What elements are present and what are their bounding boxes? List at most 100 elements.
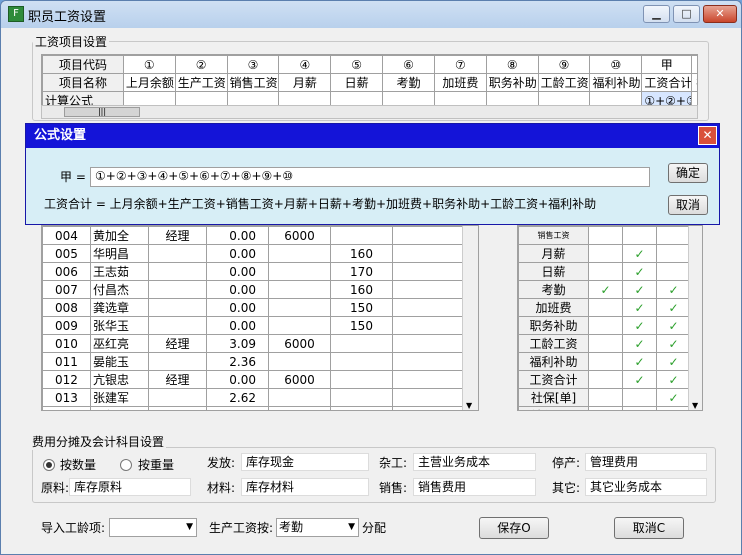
employee-v2-cell[interactable] [268,262,331,281]
employee-title-cell[interactable] [148,388,207,407]
check-row[interactable]: 社保[单] ✓ [518,388,691,407]
employee-v1-cell[interactable]: 2.62 [206,388,269,407]
employee-v1-cell[interactable]: 3.09 [206,334,269,353]
item-code-cell[interactable]: 乙 [691,55,697,74]
employee-title-cell[interactable]: 经理 [148,370,207,389]
item-name-cell[interactable]: 销售工资 [226,73,280,92]
items-horizontal-scrollbar[interactable]: ||| [41,105,698,119]
employee-row[interactable]: 004 黄加全 经理 0.00 6000 [42,226,463,245]
employee-title-cell[interactable] [148,352,207,371]
dialog-close-button[interactable]: ✕ [698,126,717,145]
employee-v2-cell[interactable] [268,244,331,263]
fafang-field[interactable]: 库存现金 [241,453,369,471]
employee-v1-cell[interactable]: 0.00 [206,262,269,281]
employee-v3-cell[interactable]: 150 [330,298,393,317]
check-cell[interactable] [656,262,691,281]
check-cell[interactable] [622,388,657,407]
employee-name-cell[interactable]: 华明昌 [90,244,149,263]
employee-empty-cell[interactable] [392,388,463,407]
employee-v3-cell[interactable] [330,352,393,371]
allocation-check-grid[interactable]: 销售工资 月薪 ✓ 日薪 ✓ 考勤 ✓ ✓ ✓ 加班费 ✓ ✓ 职务补助 ✓ ✓ 工龄工资 ✓ ✓ 福利补助 ✓ ✓ 工… [517,225,703,411]
check-cell[interactable]: ✓ [656,316,691,335]
employee-name-cell[interactable]: 黄加全 [90,226,149,245]
check-cell[interactable] [588,334,623,353]
employee-id-cell[interactable]: 008 [42,298,91,317]
employee-empty-cell[interactable] [392,244,463,263]
item-code-cell[interactable]: ⑤ [330,55,384,74]
check-cell[interactable]: ✓ [622,406,657,410]
check-cell[interactable]: ✓ [656,388,691,407]
check-row[interactable]: 加班费 ✓ ✓ [518,298,691,317]
employee-title-cell[interactable]: 经理 [148,226,207,245]
check-cell[interactable]: ✓ [656,406,691,410]
item-name-cell[interactable]: 月薪 [278,73,332,92]
employee-v3-cell[interactable]: 160 [330,280,393,299]
employee-empty-cell[interactable] [392,280,463,299]
check-cell[interactable] [588,370,623,389]
check-cell[interactable] [588,406,623,410]
radio-by-weight-label[interactable]: 按重量 [138,457,174,473]
scrollbar-thumb[interactable]: ||| [64,107,140,117]
employee-title-cell[interactable] [148,298,207,317]
zagong-field[interactable]: 主营业务成本 [413,453,536,471]
item-code-cell[interactable]: ① [122,55,176,74]
item-name-cell[interactable]: 社保[单 [691,73,697,92]
employee-name-cell[interactable]: 王志茹 [90,262,149,281]
employee-row[interactable]: 008 龚选章 0.00 150 [42,298,463,317]
item-name-cell[interactable]: 生产工资 [174,73,228,92]
employee-name-cell[interactable]: 张建军 [90,388,149,407]
employee-name-cell[interactable]: 张华玉 [90,316,149,335]
check-cell[interactable]: ✓ [656,370,691,389]
item-code-cell[interactable]: ③ [226,55,280,74]
employee-v1-cell[interactable]: 0.00 [206,280,269,299]
xiaoshou-field[interactable]: 销售费用 [413,478,536,496]
employee-row[interactable]: 013 张建军 2.62 [42,388,463,407]
check-cell[interactable]: ✓ [656,334,691,353]
employee-empty-cell[interactable] [392,334,463,353]
employee-empty-cell[interactable] [392,226,463,245]
check-cell[interactable]: ✓ [656,298,691,317]
employee-row[interactable]: 005 华明昌 0.00 160 [42,244,463,263]
check-row[interactable]: 社保[个] ✓✓ [518,406,691,410]
employee-v3-cell[interactable]: 150 [330,316,393,335]
dialog-ok-button[interactable]: 确定 [668,163,708,183]
employee-name-cell[interactable]: 付昌杰 [90,280,149,299]
check-cell[interactable]: ✓ [622,244,657,263]
check-cell[interactable]: ✓ [656,352,691,371]
item-code-cell[interactable]: 甲 [641,55,693,74]
employee-name-cell[interactable]: 龚选章 [90,298,149,317]
check-cell[interactable] [588,316,623,335]
check-row[interactable]: 考勤 ✓ ✓ ✓ [518,280,691,299]
employee-empty-cell[interactable] [392,298,463,317]
employee-id-cell[interactable]: 005 [42,244,91,263]
employee-id-cell[interactable]: 006 [42,262,91,281]
employee-v2-cell[interactable] [268,352,331,371]
item-name-cell[interactable]: 福利补助 [589,73,643,92]
item-name-cell[interactable]: 工资合计 [641,73,693,92]
item-name-cell[interactable]: 工龄工资 [537,73,591,92]
employee-v3-cell[interactable]: 160 [330,244,393,263]
close-button[interactable]: ✕ [703,5,737,23]
employee-empty-cell[interactable] [392,262,463,281]
tingchan-field[interactable]: 管理费用 [585,453,707,471]
qita-field[interactable]: 其它业务成本 [585,478,707,496]
employee-v1-cell[interactable]: 2.36 [206,352,269,371]
employee-v2-cell[interactable] [268,280,331,299]
employee-id-cell[interactable]: 014 [42,406,91,410]
employee-v1-cell[interactable]: 0.00 [206,316,269,335]
employee-row[interactable]: 011 晏能玉 2.36 [42,352,463,371]
item-code-cell[interactable]: ⑦ [433,55,487,74]
employee-title-cell[interactable] [148,244,207,263]
employee-v2-cell[interactable]: 6000 [268,226,331,245]
employee-row[interactable]: 012 亢银忠 经理 0.00 6000 [42,370,463,389]
employee-v1-cell[interactable]: 0.00 [206,370,269,389]
item-code-cell[interactable]: ⑥ [382,55,435,74]
employee-name-cell[interactable]: 冯仟昌 [90,406,149,410]
employee-vertical-scrollbar[interactable]: ▼ [462,226,478,410]
item-name-cell[interactable]: 日薪 [330,73,384,92]
employee-name-cell[interactable]: 晏能玉 [90,352,149,371]
item-code-cell[interactable]: ⑩ [589,55,643,74]
save-button[interactable]: 保存O [479,517,549,539]
employee-v2-cell[interactable] [268,406,331,410]
employee-v3-cell[interactable]: 170 [330,262,393,281]
